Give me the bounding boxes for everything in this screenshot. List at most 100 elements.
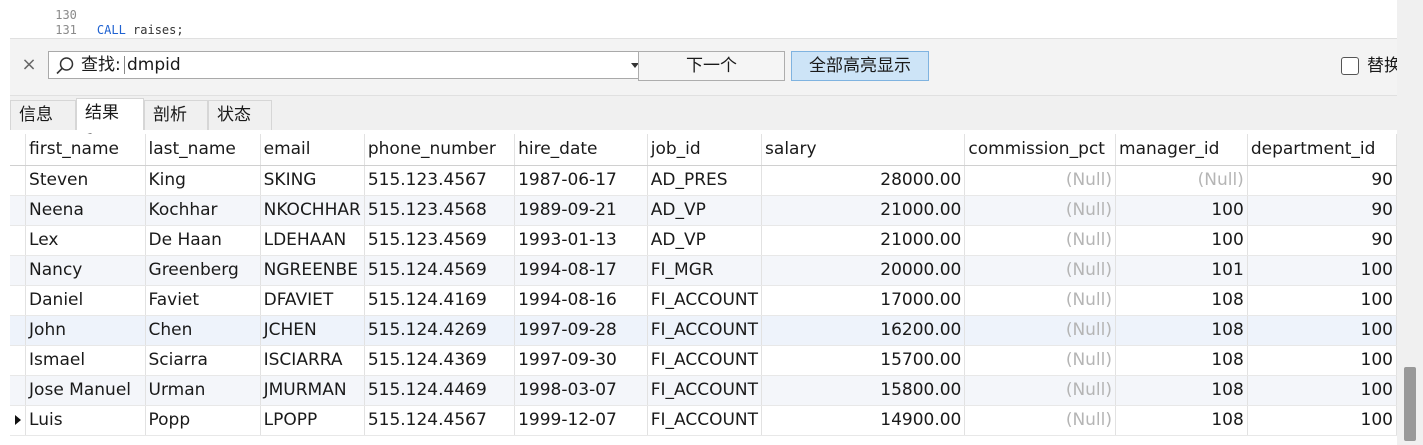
cell-commission-pct[interactable]: (Null) (964, 165, 1117, 196)
cell-job-id[interactable]: FI_ACCOUNT (647, 285, 763, 316)
cell-email[interactable]: JCHEN (260, 315, 365, 346)
column-header-department-id[interactable]: department_id (1247, 134, 1397, 166)
replace-checkbox[interactable] (1341, 57, 1359, 75)
cell-hire-date[interactable]: 1999-12-07 (514, 405, 648, 436)
cell-phone-number[interactable]: 515.124.4369 (364, 345, 516, 376)
scrollbar-thumb[interactable] (1404, 367, 1416, 441)
cell-salary[interactable]: 17000.00 (761, 285, 966, 316)
cell-commission-pct[interactable]: (Null) (964, 195, 1117, 226)
cell-manager-id[interactable]: 108 (1115, 375, 1248, 406)
cell-department-id[interactable]: 90 (1247, 225, 1397, 256)
cell-last-name[interactable]: Faviet (145, 285, 261, 316)
cell-manager-id[interactable]: (Null) (1115, 165, 1248, 196)
cell-first-name[interactable]: Daniel (25, 285, 146, 316)
table-row[interactable]: Jose Manuel Urman JMURMAN 515.124.4469 1998-… (10, 375, 1397, 406)
cell-first-name[interactable]: John (25, 315, 146, 346)
cell-phone-number[interactable]: 515.123.4569 (364, 225, 516, 256)
cell-phone-number[interactable]: 515.124.4567 (364, 405, 516, 436)
sql-editor[interactable]: 130 131CALL raises; 132 (0, 0, 1397, 38)
table-row[interactable]: Luis Popp LPOPP 515.124.4567 1999-12-07 FI_AC… (10, 405, 1397, 436)
cell-job-id[interactable]: FI_ACCOUNT (647, 375, 763, 406)
cell-phone-number[interactable]: 515.123.4567 (364, 165, 516, 196)
cell-email[interactable]: NKOCHHAR (260, 195, 365, 226)
cell-commission-pct[interactable]: (Null) (964, 225, 1117, 256)
row-selector[interactable] (10, 195, 27, 226)
cell-manager-id[interactable]: 108 (1115, 285, 1248, 316)
cell-last-name[interactable]: Popp (145, 405, 261, 436)
cell-manager-id[interactable]: 100 (1115, 225, 1248, 256)
row-selector[interactable] (10, 405, 27, 436)
cell-last-name[interactable]: De Haan (145, 225, 261, 256)
cell-email[interactable]: DFAVIET (260, 285, 365, 316)
table-row[interactable]: John Chen JCHEN 515.124.4269 1997-09-28 FI_AC… (10, 315, 1397, 346)
tab-info[interactable]: 信息 (10, 100, 76, 130)
cell-hire-date[interactable]: 1989-09-21 (514, 195, 648, 226)
highlight-all-button[interactable]: 全部高亮显示 (791, 51, 929, 81)
tab-result-1[interactable]: 结果 1 (76, 98, 144, 151)
editor-scrollbar[interactable] (1397, 0, 1423, 38)
cell-manager-id[interactable]: 108 (1115, 345, 1248, 376)
table-row[interactable]: Neena Kochhar NKOCHHAR 515.123.4568 1989-09-… (10, 195, 1397, 226)
cell-job-id[interactable]: FI_ACCOUNT (647, 405, 763, 436)
cell-last-name[interactable]: King (145, 165, 261, 196)
column-header-email[interactable]: email (260, 134, 365, 166)
cell-department-id[interactable]: 90 (1247, 195, 1397, 226)
cell-job-id[interactable]: AD_PRES (647, 165, 763, 196)
column-header-phone-number[interactable]: phone_number (364, 134, 516, 166)
cell-department-id[interactable]: 100 (1247, 375, 1397, 406)
cell-salary[interactable]: 16200.00 (761, 315, 966, 346)
cell-first-name[interactable]: Ismael (25, 345, 146, 376)
row-selector[interactable] (10, 165, 27, 196)
table-row[interactable]: Ismael Sciarra ISCIARRA 515.124.4369 1997-09… (10, 345, 1397, 376)
cell-phone-number[interactable]: 515.123.4568 (364, 195, 516, 226)
tab-status[interactable]: 状态 (208, 100, 272, 130)
column-header-hire-date[interactable]: hire_date (514, 134, 648, 166)
cell-commission-pct[interactable]: (Null) (964, 345, 1117, 376)
tab-profile[interactable]: 剖析 (144, 100, 208, 130)
cell-last-name[interactable]: Kochhar (145, 195, 261, 226)
close-icon[interactable]: × (20, 56, 38, 74)
row-selector[interactable] (10, 345, 27, 376)
cell-job-id[interactable]: FI_MGR (647, 255, 763, 286)
cell-hire-date[interactable]: 1998-03-07 (514, 375, 648, 406)
cell-salary[interactable]: 15800.00 (761, 375, 966, 406)
cell-salary[interactable]: 21000.00 (761, 195, 966, 226)
cell-hire-date[interactable]: 1997-09-30 (514, 345, 648, 376)
column-header-manager-id[interactable]: manager_id (1115, 134, 1248, 166)
table-row[interactable]: Nancy Greenberg NGREENBE 515.124.4569 1994-0… (10, 255, 1397, 286)
find-next-button[interactable]: 下一个 (638, 51, 785, 81)
cell-email[interactable]: SKING (260, 165, 365, 196)
cell-first-name[interactable]: Neena (25, 195, 146, 226)
column-header-salary[interactable]: salary (761, 134, 966, 166)
table-row[interactable]: Steven King SKING 515.123.4567 1987-06-17 AD_… (10, 165, 1397, 196)
cell-email[interactable]: LPOPP (260, 405, 365, 436)
cell-job-id[interactable]: AD_VP (647, 195, 763, 226)
cell-first-name[interactable]: Steven (25, 165, 146, 196)
column-header-first-name[interactable]: first_name (25, 134, 146, 166)
cell-last-name[interactable]: Sciarra (145, 345, 261, 376)
cell-hire-date[interactable]: 1997-09-28 (514, 315, 648, 346)
cell-salary[interactable]: 20000.00 (761, 255, 966, 286)
cell-job-id[interactable]: AD_VP (647, 225, 763, 256)
cell-phone-number[interactable]: 515.124.4269 (364, 315, 516, 346)
cell-salary[interactable]: 14900.00 (761, 405, 966, 436)
cell-commission-pct[interactable]: (Null) (964, 405, 1117, 436)
find-input-box[interactable]: 查找: (48, 51, 647, 79)
cell-email[interactable]: NGREENBE (260, 255, 365, 286)
cell-salary[interactable]: 21000.00 (761, 225, 966, 256)
cell-job-id[interactable]: FI_ACCOUNT (647, 345, 763, 376)
cell-commission-pct[interactable]: (Null) (964, 315, 1117, 346)
cell-first-name[interactable]: Luis (25, 405, 146, 436)
cell-department-id[interactable]: 100 (1247, 315, 1397, 346)
row-selector[interactable] (10, 315, 27, 346)
cell-department-id[interactable]: 90 (1247, 165, 1397, 196)
cell-first-name[interactable]: Lex (25, 225, 146, 256)
cell-salary[interactable]: 15700.00 (761, 345, 966, 376)
cell-commission-pct[interactable]: (Null) (964, 255, 1117, 286)
cell-department-id[interactable]: 100 (1247, 405, 1397, 436)
row-selector[interactable] (10, 225, 27, 256)
cell-job-id[interactable]: FI_ACCOUNT (647, 315, 763, 346)
column-header-last-name[interactable]: last_name (145, 134, 261, 166)
result-grid[interactable]: first_name last_name email phone_number hire… (10, 134, 1397, 445)
table-row[interactable]: Daniel Faviet DFAVIET 515.124.4169 1994-08-1… (10, 285, 1397, 316)
